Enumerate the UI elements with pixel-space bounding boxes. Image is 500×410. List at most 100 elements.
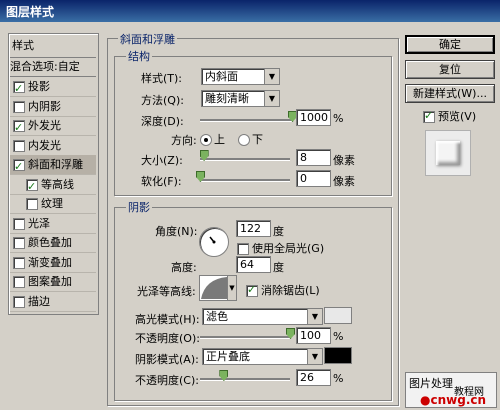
checkbox-icon[interactable]: [13, 100, 25, 113]
sidebar-item-label: 内阴影: [28, 99, 61, 113]
blend-options-item[interactable]: 混合选项:自定: [10, 57, 96, 77]
antialias-label: 消除锯齿(L): [261, 284, 320, 297]
sidebar-item[interactable]: 描边: [10, 292, 96, 312]
watermark-line1: 图片处理: [409, 377, 453, 390]
soften-slider[interactable]: [200, 179, 290, 182]
gloss-contour-label: 光泽等高线:: [137, 285, 196, 298]
angle-unit: 度: [273, 225, 284, 238]
highlight-opacity-label: 不透明度(O):: [135, 332, 200, 345]
checkbox-icon[interactable]: [13, 139, 25, 152]
soften-unit: 像素: [333, 175, 355, 188]
antialias-checkbox[interactable]: 消除锯齿(L): [246, 282, 320, 298]
direction-label: 方向:: [171, 134, 197, 147]
size-slider[interactable]: [200, 158, 290, 161]
soften-field[interactable]: 0: [296, 170, 331, 187]
shadow-mode-label: 阴影模式(A):: [135, 353, 199, 366]
sidebar-item-label: 纹理: [41, 197, 63, 210]
highlight-mode-value: 滤色: [206, 310, 228, 323]
sidebar-item[interactable]: 等高线: [10, 175, 96, 196]
sidebar-item-label: 内发光: [28, 138, 61, 152]
style-select[interactable]: 内斜面 ▼: [201, 68, 280, 85]
highlight-opacity-field[interactable]: 100: [296, 327, 331, 344]
style-preview-thumbnail: [425, 130, 471, 176]
sidebar-item-label: 图案叠加: [28, 275, 72, 288]
structure-title: 结构: [126, 48, 152, 64]
ok-button[interactable]: 确定: [405, 35, 495, 54]
shadow-mode-select[interactable]: 正片叠底 ▼: [202, 348, 323, 365]
shadow-mode-value: 正片叠底: [206, 350, 250, 363]
new-style-button[interactable]: 新建样式(W)...: [405, 84, 495, 103]
watermark-url-text: cnwg.cn: [430, 393, 487, 407]
global-light-checkbox[interactable]: 使用全局光(G): [237, 240, 324, 256]
highlight-color-swatch[interactable]: [324, 307, 352, 324]
sidebar-header: 样式: [12, 39, 34, 52]
sidebar-item[interactable]: 内发光: [10, 136, 96, 156]
depth-field[interactable]: 1000: [296, 109, 331, 126]
checkbox-icon: [237, 243, 249, 255]
chevron-down-icon: ▼: [264, 69, 279, 84]
shadow-color-swatch[interactable]: [324, 347, 352, 364]
direction-up-label: 上: [214, 133, 225, 146]
checkbox-icon[interactable]: [13, 256, 25, 269]
sidebar-item[interactable]: 颜色叠加: [10, 233, 96, 253]
title-bar[interactable]: 图层样式: [0, 0, 500, 22]
angle-dial[interactable]: [199, 227, 229, 257]
checkbox-icon: [423, 109, 435, 123]
shadow-opacity-label: 不透明度(C):: [135, 374, 199, 387]
preview-label: 预览(V): [438, 110, 477, 123]
sidebar-item[interactable]: 内阴影: [10, 97, 96, 117]
shadow-opacity-slider[interactable]: [200, 378, 290, 381]
checkbox-icon[interactable]: [26, 177, 38, 196]
size-field[interactable]: 8: [296, 149, 331, 166]
checkbox-icon[interactable]: [13, 295, 25, 308]
checkbox-icon[interactable]: [13, 157, 25, 176]
preview-shape: [436, 141, 460, 165]
chevron-down-icon: ▼: [264, 91, 279, 106]
sidebar-item[interactable]: 图案叠加: [10, 272, 96, 292]
sidebar-item[interactable]: 渐变叠加: [10, 253, 96, 273]
radio-up-icon: [200, 134, 212, 146]
checkbox-icon[interactable]: [13, 118, 25, 137]
direction-up-radio[interactable]: 上: [200, 131, 225, 147]
depth-label: 深度(D):: [141, 115, 184, 128]
reset-button[interactable]: 复位: [405, 60, 495, 79]
chevron-down-icon: ▼: [227, 276, 236, 300]
soften-label: 软化(F):: [141, 175, 182, 188]
checkbox-icon[interactable]: [26, 198, 38, 210]
checkbox-icon[interactable]: [13, 276, 25, 288]
technique-select[interactable]: 雕刻清晰 ▼: [201, 90, 280, 107]
bevel-emboss-title: 斜面和浮雕: [118, 31, 177, 47]
sidebar-item-label: 投影: [28, 80, 50, 93]
preview-checkbox[interactable]: 预览(V): [423, 108, 476, 124]
sidebar-item-label: 渐变叠加: [28, 255, 72, 269]
size-label: 大小(Z):: [141, 154, 183, 167]
checkbox-icon[interactable]: [13, 217, 25, 230]
altitude-unit: 度: [273, 261, 284, 274]
sidebar-item[interactable]: 投影: [10, 77, 96, 98]
sidebar-item-label: 颜色叠加: [28, 236, 72, 249]
window-title: 图层样式: [6, 5, 55, 19]
gloss-contour-picker[interactable]: ▼: [199, 275, 237, 301]
shading-title: 阴影: [126, 199, 152, 215]
direction-down-radio[interactable]: 下: [238, 131, 263, 147]
sidebar-item[interactable]: 纹理: [10, 194, 96, 214]
checkbox-icon[interactable]: [13, 237, 25, 249]
sidebar-item[interactable]: 外发光: [10, 116, 96, 137]
checkbox-icon: [246, 283, 258, 297]
angle-field[interactable]: 122: [236, 220, 271, 237]
altitude-field[interactable]: 64: [236, 256, 271, 273]
sidebar-item-label: 等高线: [41, 177, 74, 191]
angle-label: 角度(N):: [155, 225, 198, 238]
watermark-logo: 图片处理 教程网 ●cnwg.cn: [405, 372, 497, 408]
altitude-label: 高度:: [171, 261, 197, 274]
sidebar-item[interactable]: 光泽: [10, 214, 96, 234]
highlight-opacity-unit: %: [333, 330, 344, 343]
highlight-mode-select[interactable]: 滤色 ▼: [202, 308, 323, 325]
depth-slider[interactable]: [200, 119, 292, 122]
checkbox-icon[interactable]: [13, 79, 25, 98]
sidebar-item[interactable]: 斜面和浮雕: [10, 155, 96, 176]
style-label: 样式(T):: [141, 72, 183, 85]
highlight-opacity-slider[interactable]: [200, 336, 290, 339]
shadow-opacity-field[interactable]: 26: [296, 369, 331, 386]
size-unit: 像素: [333, 154, 355, 167]
